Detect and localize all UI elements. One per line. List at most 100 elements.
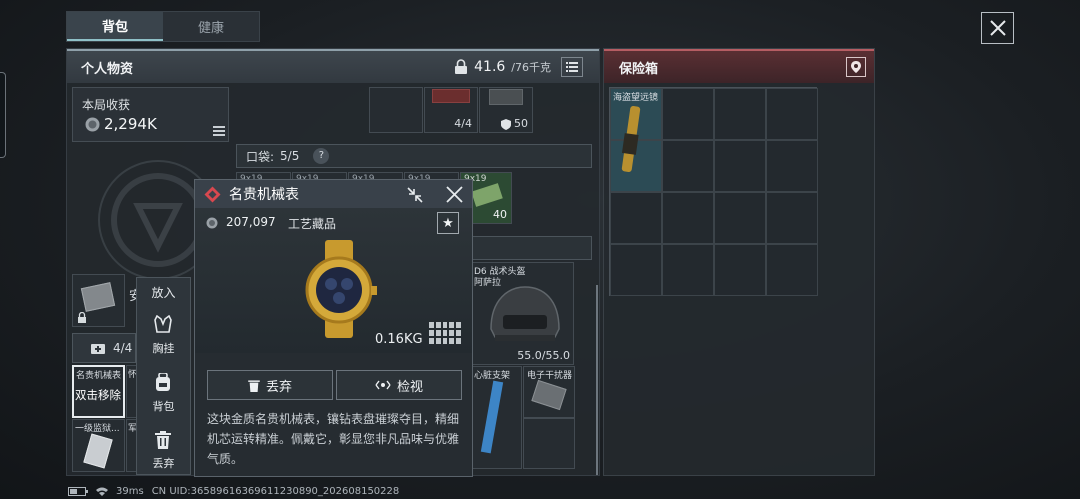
list-icon	[213, 126, 225, 136]
pocket-capacity: 5/5	[280, 149, 300, 163]
weight-limit: /76千克	[511, 61, 551, 74]
ammo-count: 40	[493, 208, 507, 221]
battery-icon	[68, 487, 88, 496]
safe-slot[interactable]	[662, 244, 714, 296]
syringe-icon	[480, 380, 504, 454]
menu-item-label: 背包	[152, 400, 175, 413]
menu-title: 放入	[151, 286, 176, 300]
safe-slot[interactable]	[766, 88, 818, 140]
scrollbar[interactable]	[596, 285, 598, 475]
popup-header: 名贵机械表	[195, 180, 472, 208]
safe-slot[interactable]	[714, 140, 766, 192]
top-tabs: 背包 健康	[66, 11, 260, 42]
panel-title: 个人物资	[81, 61, 134, 77]
pocket-help-icon[interactable]: ?	[313, 148, 330, 164]
helmet-icon	[490, 286, 560, 341]
weight-lock-icon	[455, 59, 468, 74]
safe-slot[interactable]	[714, 88, 766, 140]
popup-title: 名贵机械表	[229, 187, 299, 203]
item-thumbnail	[489, 89, 523, 105]
side-drawer-handle[interactable]	[0, 72, 6, 158]
close-icon[interactable]	[445, 185, 464, 204]
inventory-slot-item[interactable]: 50	[479, 87, 533, 133]
medkit-icon	[91, 344, 105, 354]
keycard-icon	[83, 433, 113, 469]
helmet-slot[interactable]: D6 战术头盔 阿萨拉 55.0/55.0	[470, 262, 574, 365]
item-thumbnail	[80, 282, 116, 312]
location-pin-icon	[851, 61, 861, 73]
safe-slot[interactable]	[714, 244, 766, 296]
close-icon	[989, 20, 1006, 36]
sort-list-button[interactable]	[561, 57, 583, 77]
collapse-icon[interactable]	[406, 186, 424, 204]
safe-slot[interactable]	[766, 244, 818, 296]
safe-box-header: 保险箱	[604, 49, 874, 83]
menu-item-discard[interactable]: 丢弃	[137, 419, 190, 476]
inventory-slot-empty[interactable]	[523, 418, 575, 469]
item-label: 一级监狱...	[75, 424, 120, 434]
rarity-diamond-icon	[204, 186, 221, 203]
menu-item-chest-rig[interactable]: 胸挂	[137, 305, 190, 362]
item-label: 海盗望远镜	[613, 93, 659, 103]
secure-slot[interactable]	[72, 274, 125, 327]
safe-slot[interactable]	[662, 192, 714, 244]
safe-slot[interactable]	[662, 88, 714, 140]
safe-location-button[interactable]	[846, 57, 866, 77]
item-description: 这块金质名贵机械表，镶钻表盘璀璨夺目，精细机芯运转精准。佩戴它，彰显您非凡品味与…	[207, 412, 460, 466]
item-weight: 0.16KG	[375, 332, 423, 347]
status-footer: 39ms CN UID:3658961636961123089​0_202608…	[68, 486, 399, 497]
selected-item-slot[interactable]: 名贵机械表 双击移除	[72, 365, 125, 418]
trash-icon	[155, 431, 171, 449]
vest-icon	[154, 315, 172, 333]
personal-panel-header: 个人物资 41.6 /76千克	[67, 49, 599, 83]
inventory-slot-item[interactable]: 心脏支架	[470, 366, 522, 469]
jammer-icon	[531, 379, 567, 411]
coin-icon	[206, 217, 218, 229]
weight-indicator: 41.6 /76千克	[454, 57, 583, 77]
ping-value: 39ms	[116, 486, 144, 497]
safe-slot[interactable]	[714, 192, 766, 244]
item-label: 名贵机械表	[76, 371, 122, 381]
menu-item-label: 胸挂	[152, 342, 175, 355]
favorite-star-button[interactable]: ★	[437, 212, 459, 234]
safe-slot[interactable]	[610, 244, 662, 296]
pocket-label: 口袋:	[246, 149, 275, 164]
inventory-slot-empty[interactable]	[369, 87, 423, 133]
safe-box-title: 保险箱	[619, 61, 659, 77]
wifi-icon	[96, 487, 108, 496]
item-count: 4/4	[454, 117, 472, 130]
safe-slot[interactable]	[766, 192, 818, 244]
tab-backpack[interactable]: 背包	[67, 12, 163, 41]
item-price: 207,097	[226, 215, 276, 229]
spyglass-icon	[621, 106, 641, 172]
discard-label: 丢弃	[265, 379, 292, 395]
inspect-button[interactable]: 检视	[336, 370, 462, 400]
lock-icon	[78, 312, 86, 323]
inventory-slot-item[interactable]: 4/4	[424, 87, 478, 133]
safe-slot[interactable]	[766, 140, 818, 192]
safe-slot[interactable]	[662, 140, 714, 192]
weight-value: 41.6	[474, 59, 506, 75]
put-into-menu: 放入 胸挂 背包 丢弃	[136, 277, 191, 475]
container-header: 4/4	[72, 333, 136, 363]
armor-shield-icon	[501, 119, 511, 130]
item-detail-popup: 名贵机械表 207,097 工艺藏品 ★ 0.16KG 丢弃 检视 这块金质名贵…	[194, 179, 473, 477]
item-label: 电子干扰器	[527, 371, 573, 381]
discard-button[interactable]: 丢弃	[207, 370, 333, 400]
container-count: 4/4	[113, 341, 133, 355]
safe-slot[interactable]	[610, 192, 662, 244]
inspect-label: 检视	[396, 379, 423, 395]
close-button[interactable]	[981, 12, 1014, 44]
ammo-box-icon	[471, 183, 503, 207]
menu-item-backpack[interactable]: 背包	[137, 362, 190, 419]
tab-health[interactable]: 健康	[163, 12, 259, 41]
coin-icon	[85, 117, 100, 132]
income-label: 本局收获	[82, 98, 131, 112]
helmet-durability: 55.0/55.0	[517, 349, 570, 362]
round-income-box[interactable]: 本局收获 2,294K	[72, 87, 229, 142]
inventory-slot-item[interactable]: 一级监狱...	[72, 419, 125, 472]
pocket-bar[interactable]: 口袋: 5/5 ?	[236, 144, 592, 168]
inventory-slot-item[interactable]: 电子干扰器	[523, 366, 575, 418]
inspect-icon	[375, 380, 391, 390]
gold-watch-image	[305, 240, 377, 338]
